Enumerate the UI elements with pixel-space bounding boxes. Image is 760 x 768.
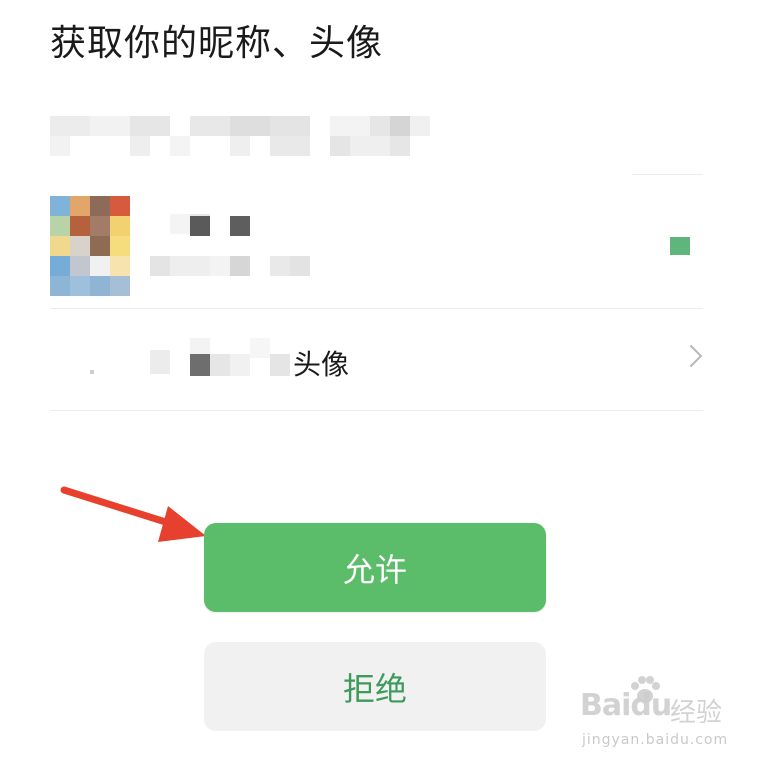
divider [632,174,703,175]
chevron-right-icon [679,344,703,368]
watermark-url: jingyan.baidu.com [582,732,729,748]
divider [50,308,703,309]
paw-icon [631,676,660,703]
auth-page: 获取你的昵称、头像 头像 允许 拒绝 Baidu 经验 jingyan.baid… [0,0,760,768]
use-other-profile-option[interactable]: 头像 [50,310,703,410]
avatar [50,196,130,296]
watermark-cn: 经验 [670,698,723,728]
page-title: 获取你的昵称、头像 [50,23,384,64]
annotation-arrow-icon [60,486,206,542]
other-option-label: 头像 [293,348,350,381]
watermark: Baidu 经验 jingyan.baidu.com [580,676,730,758]
selected-check-icon [670,237,690,255]
divider [50,410,703,411]
allow-button[interactable]: 允许 [204,523,546,612]
deny-button[interactable]: 拒绝 [204,642,546,731]
account-option-current[interactable] [50,176,703,308]
